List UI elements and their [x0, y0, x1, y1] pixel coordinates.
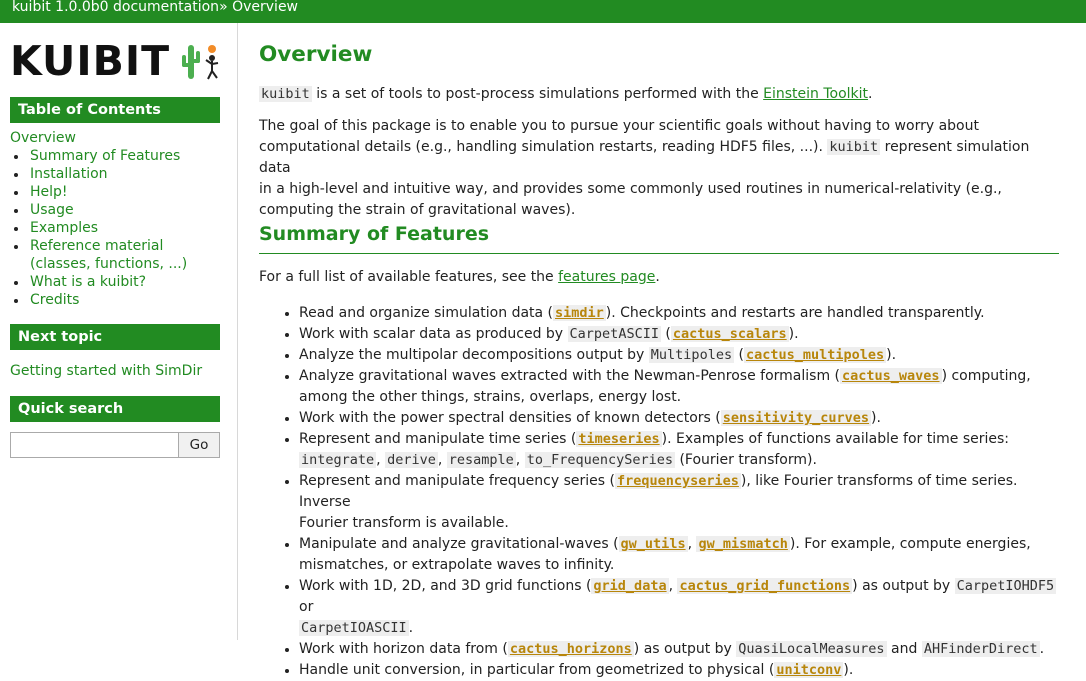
toc-heading: Table of Contents	[10, 97, 220, 123]
xref-sensitivity-curves[interactable]: sensitivity_curves	[720, 410, 872, 426]
quick-search-heading: Quick search	[10, 396, 220, 422]
features-page-link[interactable]: features page	[558, 269, 655, 285]
list-item: Work with scalar data as produced by Car…	[259, 324, 1059, 345]
sidebar: KUIBIT Table of Contents Overview Summar…	[0, 23, 238, 640]
features-intro-paragraph: For a full list of available features, s…	[259, 269, 660, 285]
goal-paragraph: The goal of this package is to enable yo…	[259, 118, 1030, 218]
xref-cactus-waves[interactable]: cactus_waves	[840, 368, 942, 384]
list-item: Work with horizon data from (cactus_hori…	[259, 639, 1059, 660]
search-input[interactable]	[10, 432, 178, 458]
xref-cactus-scalars[interactable]: cactus_scalars	[670, 326, 789, 342]
toc-item-examples[interactable]: Examples	[30, 220, 98, 236]
list-item: Represent and manipulate time series (ti…	[259, 429, 1059, 471]
table-of-contents: Overview Summary of Features Installatio…	[10, 129, 225, 309]
xref-gw-mismatch[interactable]: gw_mismatch	[696, 536, 790, 552]
xref-frequencyseries[interactable]: frequencyseries	[614, 473, 741, 489]
list-item: Read and organize simulation data (simdi…	[259, 303, 1059, 324]
quick-search-form: Go	[10, 432, 220, 458]
inline-code: kuibit	[259, 86, 312, 102]
list-item: Work with 1D, 2D, and 3D grid functions …	[259, 576, 1059, 639]
xref-cactus-grid-functions[interactable]: cactus_grid_functions	[677, 578, 853, 594]
toc-item-summary-of-features[interactable]: Summary of Features	[30, 148, 180, 164]
next-topic-heading: Next topic	[10, 324, 220, 350]
einstein-toolkit-link[interactable]: Einstein Toolkit	[763, 86, 868, 102]
features-list: Read and organize simulation data (simdi…	[259, 303, 1059, 681]
page-title: Overview	[259, 42, 373, 67]
xref-unitconv[interactable]: unitconv	[774, 662, 844, 678]
breadcrumb-bar: kuibit 1.0.0b0 documentation » Overview	[0, 0, 1086, 23]
breadcrumb-current: Overview	[232, 0, 299, 15]
toc-item-help[interactable]: Help!	[30, 184, 68, 200]
breadcrumb-separator: »	[219, 0, 228, 15]
inline-code: kuibit	[827, 139, 881, 155]
xref-cactus-multipoles[interactable]: cactus_multipoles	[744, 347, 887, 363]
toc-item-usage[interactable]: Usage	[30, 202, 74, 218]
xref-grid-data[interactable]: grid_data	[591, 578, 669, 594]
doc-home-link[interactable]: kuibit 1.0.0b0 documentation	[12, 0, 219, 15]
toc-item-credits[interactable]: Credits	[30, 292, 79, 308]
section-title-summary-of-features: Summary of Features	[259, 223, 1059, 254]
kuibit-logo[interactable]: KUIBIT	[10, 39, 222, 83]
toc-item-installation[interactable]: Installation	[30, 166, 108, 182]
search-go-button[interactable]: Go	[178, 432, 220, 458]
logo-text: KUIBIT	[10, 37, 171, 85]
cactus-logo-icon	[182, 45, 219, 80]
next-topic-link[interactable]: Getting started with SimDir	[10, 363, 202, 379]
xref-cactus-horizons[interactable]: cactus_horizons	[507, 641, 634, 657]
list-item: Work with the power spectral densities o…	[259, 408, 1059, 429]
list-item: Analyze gravitational waves extracted wi…	[259, 366, 1059, 408]
toc-item-overview[interactable]: Overview	[10, 130, 76, 146]
list-item: Represent and manipulate frequency serie…	[259, 471, 1059, 534]
list-item: Manipulate and analyze gravitational-wav…	[259, 534, 1059, 576]
xref-gw-utils[interactable]: gw_utils	[618, 536, 688, 552]
toc-item-what-is-kuibit[interactable]: What is a kuibit?	[30, 274, 146, 290]
toc-item-reference-material[interactable]: Reference material (classes, functions, .…	[30, 238, 187, 272]
list-item: Handle unit conversion, in particular fr…	[259, 660, 1059, 681]
list-item: Analyze the multipolar decompositions ou…	[259, 345, 1059, 366]
xref-simdir[interactable]: simdir	[553, 305, 606, 321]
intro-paragraph: kuibit is a set of tools to post-process…	[259, 86, 873, 102]
xref-timeseries[interactable]: timeseries	[576, 431, 662, 447]
